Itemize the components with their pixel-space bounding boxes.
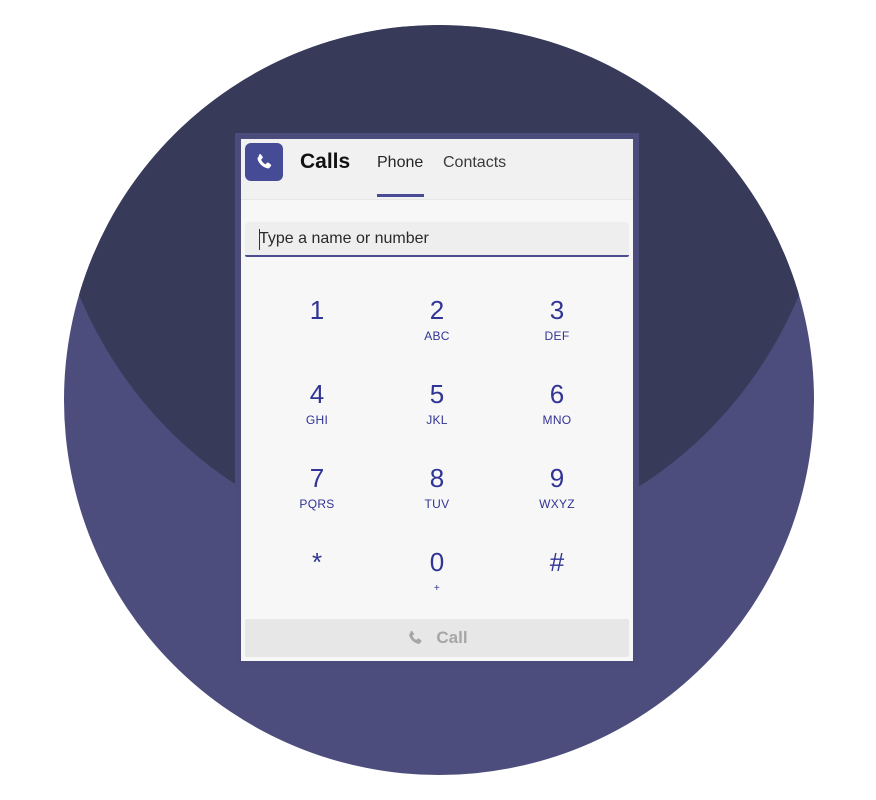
call-button[interactable]: Call	[245, 619, 629, 657]
key-letters: PQRS	[299, 497, 335, 511]
tab-contacts[interactable]: Contacts	[443, 154, 506, 172]
key-digit: 9	[549, 463, 565, 493]
key-letters: DEF	[544, 329, 570, 343]
key-letters: GHI	[305, 413, 329, 427]
calls-window: Calls Phone Contacts 1 2 ABC 3 DEF 4 GHI…	[241, 139, 633, 661]
keypad-key-8[interactable]: 8 TUV	[382, 457, 492, 531]
keypad-key-9[interactable]: 9 WXYZ	[502, 457, 612, 531]
phone-icon	[257, 153, 272, 169]
key-digit: 0	[429, 547, 445, 577]
keypad-key-3[interactable]: 3 DEF	[502, 289, 612, 363]
keypad-key-1[interactable]: 1	[262, 289, 372, 363]
key-digit: 2	[429, 295, 445, 325]
key-letters: TUV	[424, 497, 450, 511]
app-icon	[245, 143, 283, 181]
key-digit: 3	[549, 295, 565, 325]
key-digit: 4	[309, 379, 325, 409]
keypad-key-4[interactable]: 4 GHI	[262, 373, 372, 447]
text-caret	[259, 229, 260, 250]
key-letters: WXYZ	[539, 497, 575, 511]
key-digit: *	[311, 547, 323, 577]
key-letters: ABC	[424, 329, 450, 343]
key-digit: 8	[429, 463, 445, 493]
app-title: Calls	[300, 150, 351, 173]
keypad-key-0[interactable]: 0 +	[382, 541, 492, 615]
keypad-key-2[interactable]: 2 ABC	[382, 289, 492, 363]
search-input[interactable]	[245, 222, 629, 257]
keypad-key-star[interactable]: *	[262, 541, 372, 615]
key-letters: JKL	[426, 413, 448, 427]
keypad-key-5[interactable]: 5 JKL	[382, 373, 492, 447]
active-tab-indicator	[377, 194, 424, 197]
key-digit: 7	[309, 463, 325, 493]
key-digit: 1	[309, 295, 325, 325]
key-digit: 6	[549, 379, 565, 409]
app-header: Calls Phone Contacts	[241, 139, 633, 200]
key-digit: 5	[429, 379, 445, 409]
key-letters: MNO	[542, 413, 572, 427]
tab-phone[interactable]: Phone	[377, 154, 423, 172]
keypad-key-6[interactable]: 6 MNO	[502, 373, 612, 447]
calls-window-frame: Calls Phone Contacts 1 2 ABC 3 DEF 4 GHI…	[235, 133, 639, 667]
phone-icon	[409, 630, 422, 644]
key-letters: +	[433, 583, 441, 594]
keypad-key-7[interactable]: 7 PQRS	[262, 457, 372, 531]
key-digit: #	[549, 547, 565, 577]
call-button-label: Call	[436, 628, 468, 647]
keypad-key-hash[interactable]: #	[502, 541, 612, 615]
